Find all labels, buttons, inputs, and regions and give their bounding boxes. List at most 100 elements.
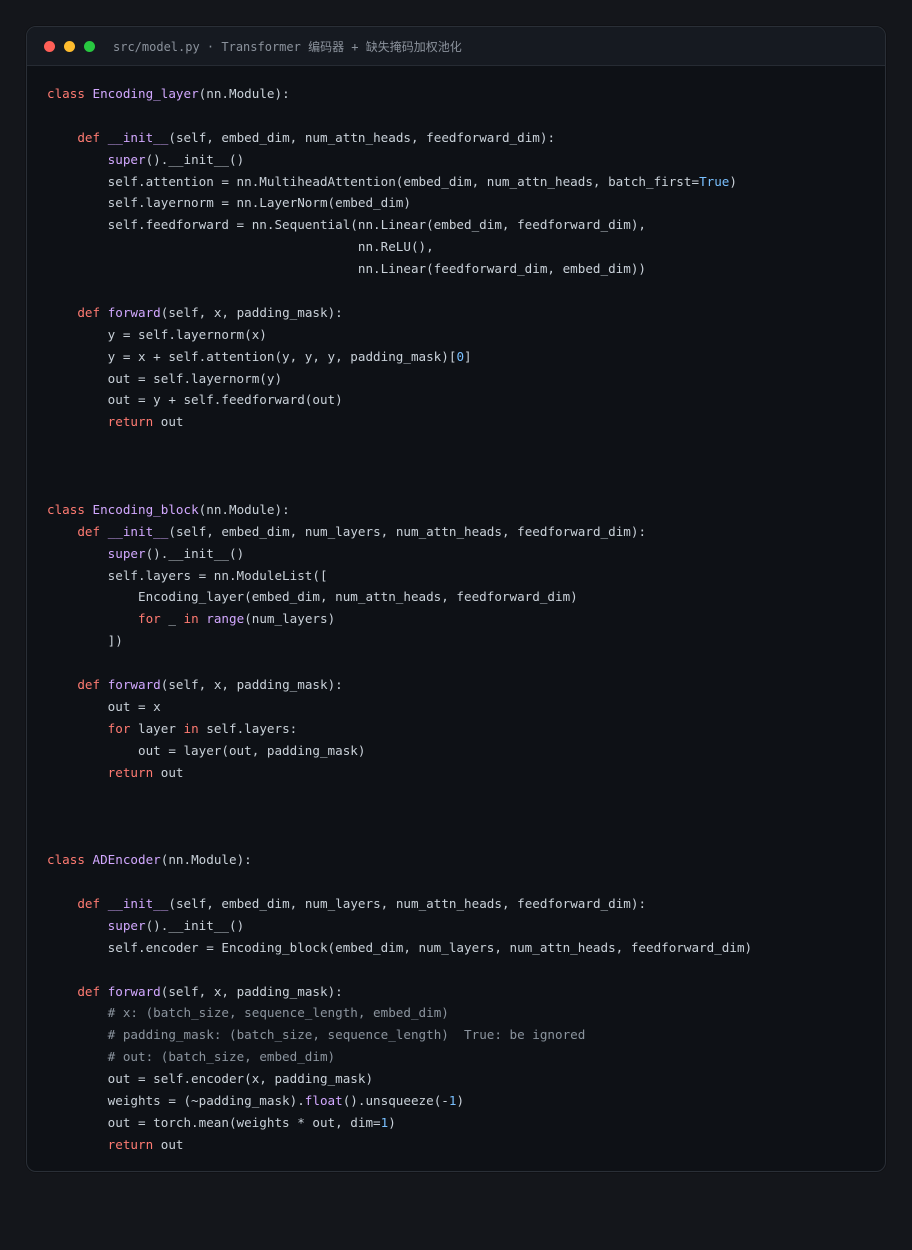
code-token: ().__init__() [145, 545, 245, 561]
code-token: range [206, 611, 245, 627]
code-token: def [77, 677, 101, 693]
code-token: 0 [456, 348, 465, 364]
code-line: y = self.layernorm(x) [47, 324, 752, 346]
code-line: super().__init__() [47, 915, 752, 937]
code-token: ().__init__() [145, 917, 245, 933]
code-token: (self, embed_dim, num_layers, num_attn_h… [168, 523, 647, 539]
code-token: self.encoder = Encoding_block(embed_dim,… [47, 939, 753, 955]
code-token: class [47, 86, 85, 101]
code-line: self.encoder = Encoding_block(embed_dim,… [47, 937, 752, 959]
code-token: def [77, 304, 101, 320]
code-line: def __init__(self, embed_dim, num_layers… [47, 521, 752, 543]
code-token: in [183, 611, 199, 627]
code-token: self.layers: [198, 720, 298, 736]
code-line: class Encoding_block(nn.Module): [47, 499, 752, 521]
code-token: super [107, 151, 146, 167]
code-token: self.layernorm = nn.LayerNorm(embed_dim) [47, 195, 411, 211]
code-token: ]) [47, 633, 123, 649]
code-token: def [77, 523, 101, 539]
code-token: float [304, 1092, 343, 1108]
code-token: ) [729, 173, 737, 189]
code-token: out [153, 1136, 184, 1152]
code-token: class [47, 501, 85, 517]
code-token: (num_layers) [244, 611, 336, 627]
code-line: out = torch.mean(weights * out, dim=1) [47, 1112, 752, 1134]
code-token: out [153, 414, 184, 430]
code-token: weights = (~padding_mask). [47, 1092, 305, 1108]
code-token: super [107, 545, 146, 561]
code-token: (self, embed_dim, num_attn_heads, feedfo… [168, 129, 556, 145]
code-line: out = self.encoder(x, padding_mask) [47, 1068, 752, 1090]
code-token: (self, x, padding_mask): [160, 304, 343, 320]
code-token: for [107, 720, 131, 736]
code-token: y = x + self.attention(y, y, y, padding_… [47, 348, 457, 364]
code-line: super().__init__() [47, 543, 752, 565]
code-token: # out: (batch_size, embed_dim) [107, 1049, 336, 1065]
code-line: self.feedforward = nn.Sequential(nn.Line… [47, 214, 752, 236]
code-line: out = self.layernorm(y) [47, 368, 752, 390]
code-line: class ADEncoder(nn.Module): [47, 849, 752, 871]
code-token: __init__ [107, 523, 169, 539]
code-line: # x: (batch_size, sequence_length, embed… [47, 1002, 752, 1024]
code-token: Encoding_layer [92, 86, 199, 101]
code-line: class Encoding_layer(nn.Module): [47, 83, 752, 105]
code-token: _ [160, 611, 184, 627]
code-token: for [138, 611, 161, 627]
code-token: Encoding_layer(embed_dim, num_attn_heads… [47, 589, 578, 605]
code-token: __init__ [107, 129, 169, 145]
code-token: (nn.Module): [198, 501, 290, 517]
minimize-window-button[interactable] [64, 40, 75, 52]
code-token: def [77, 895, 101, 911]
code-token: nn.ReLU(), [47, 239, 434, 255]
code-token: (self, embed_dim, num_layers, num_attn_h… [168, 895, 647, 911]
code-line: for _ in range(num_layers) [47, 608, 752, 630]
code-line: def forward(self, x, padding_mask): [47, 674, 752, 696]
code-token: out = torch.mean(weights * out, dim= [47, 1114, 381, 1130]
close-window-button[interactable] [44, 40, 55, 52]
code-token: self.attention = nn.MultiheadAttention(e… [47, 173, 700, 189]
code-line: ]) [47, 630, 752, 652]
code-line: def forward(self, x, padding_mask): [47, 302, 752, 324]
code-token: out = x [47, 698, 161, 714]
code-token: __init__ [107, 895, 169, 911]
code-line: self.layers = nn.ModuleList([ [47, 565, 752, 587]
code-line: out = x [47, 696, 752, 718]
code-line: out = layer(out, padding_mask) [47, 740, 752, 762]
title-bar: src/model.py · Transformer 编码器 + 缺失掩码加权池… [27, 27, 885, 66]
code-token: out = self.layernorm(y) [47, 370, 283, 386]
code-editor[interactable]: class Encoding_layer(nn.Module): def __i… [47, 83, 752, 1156]
code-token: forward [107, 677, 161, 693]
code-token: def [77, 983, 101, 999]
code-line: def __init__(self, embed_dim, num_layers… [47, 893, 752, 915]
code-line: out = y + self.feedforward(out) [47, 389, 752, 411]
code-line: weights = (~padding_mask).float().unsque… [47, 1090, 752, 1112]
code-line: # padding_mask: (batch_size, sequence_le… [47, 1024, 752, 1046]
code-line: self.attention = nn.MultiheadAttention(e… [47, 171, 752, 193]
code-line: super().__init__() [47, 149, 752, 171]
code-token: return [107, 414, 154, 430]
code-line: return out [47, 411, 752, 433]
code-token: return [107, 1136, 154, 1152]
zoom-window-button[interactable] [84, 40, 95, 52]
